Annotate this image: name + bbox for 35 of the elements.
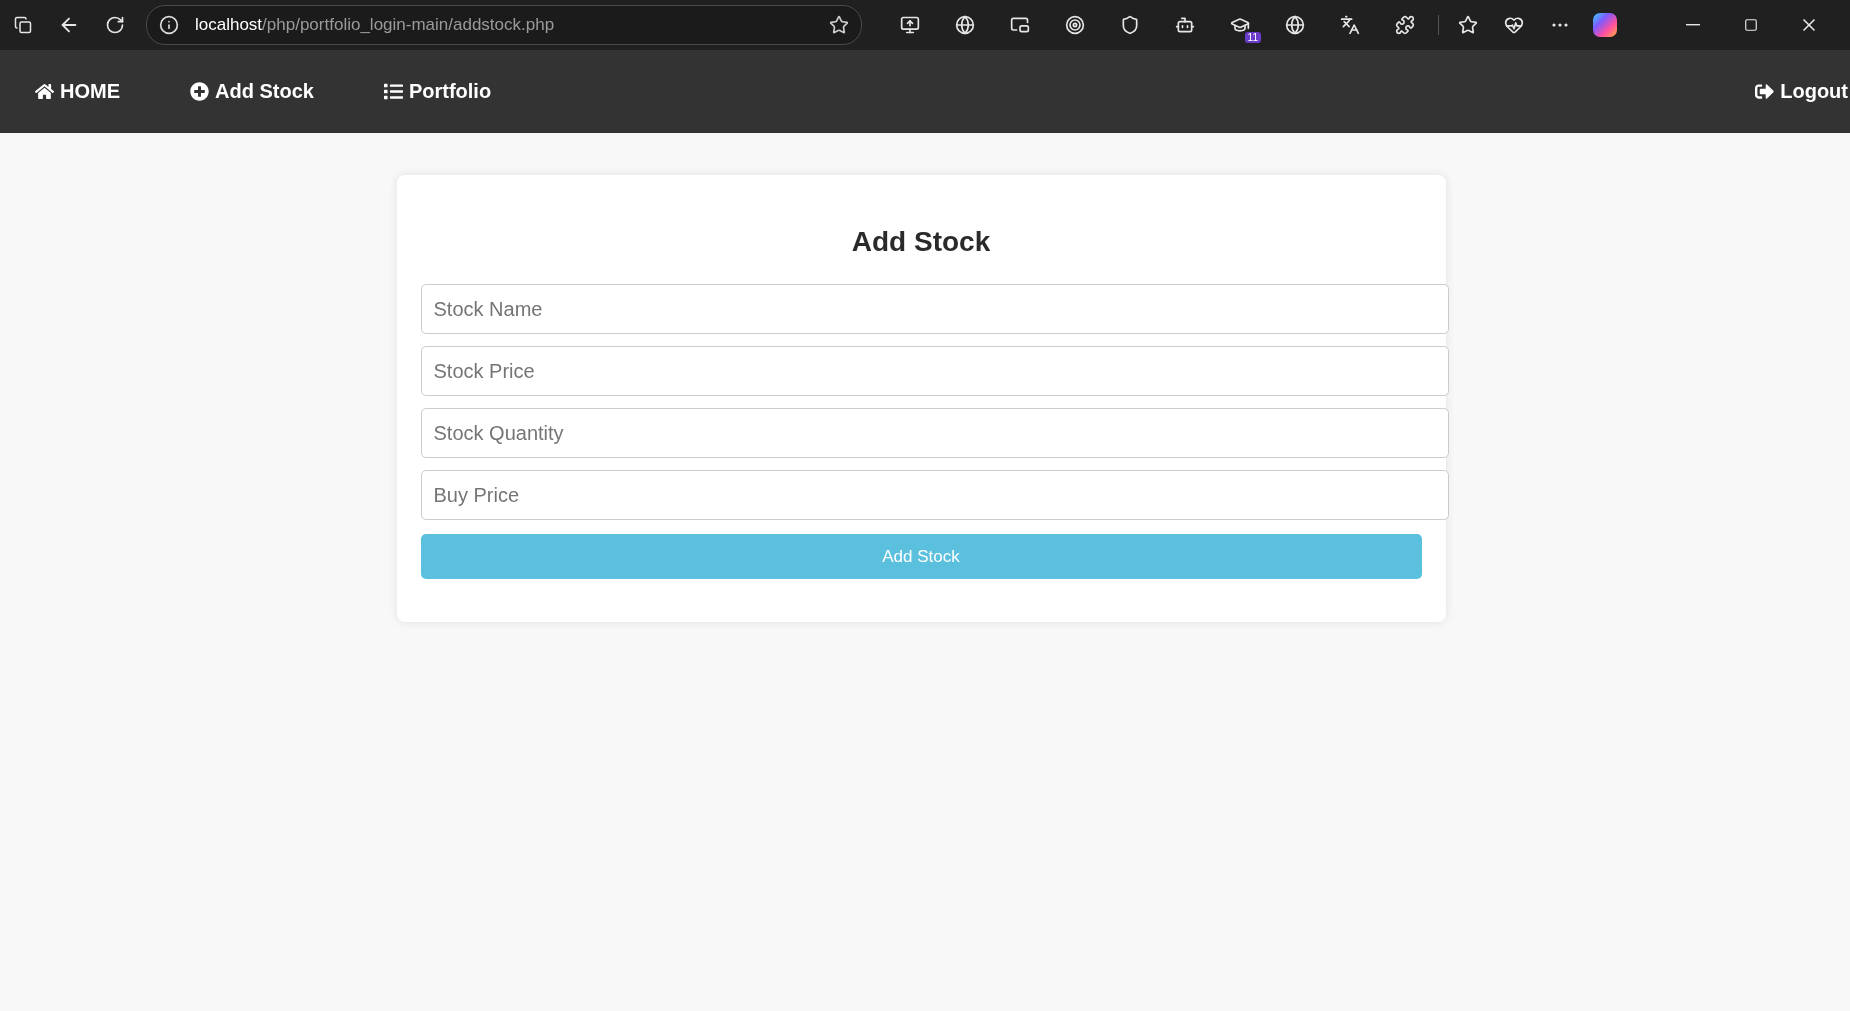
restore-icon bbox=[1744, 18, 1758, 32]
home-icon bbox=[35, 82, 54, 101]
translate-icon bbox=[1339, 15, 1360, 35]
heart-pulse-icon bbox=[1504, 15, 1524, 35]
globe-icon bbox=[954, 15, 975, 35]
address-bar[interactable]: localhost/php/portfolio_login-main/addstock.php bbox=[146, 5, 862, 45]
monitor-icon bbox=[899, 15, 920, 35]
nav-link[interactable]: Portfolio bbox=[383, 80, 492, 103]
more-icon bbox=[1552, 23, 1568, 27]
input-field[interactable]: Buy Price bbox=[420, 470, 1449, 521]
favorite-star-icon[interactable] bbox=[829, 15, 849, 35]
url-text: localhost/php/portfolio_login-main/addstock.php bbox=[195, 15, 556, 35]
tabs-icon bbox=[14, 16, 32, 34]
extensions-icon bbox=[1394, 15, 1415, 35]
robot-icon bbox=[1174, 15, 1195, 35]
graduation-cap-icon bbox=[1229, 15, 1250, 35]
logout-link[interactable]: Logout bbox=[1755, 80, 1848, 103]
sign-out-icon bbox=[1755, 82, 1775, 101]
nav-link[interactable]: HOME bbox=[35, 80, 120, 103]
star-icon bbox=[1458, 15, 1478, 35]
picture-in-picture-icon bbox=[1009, 15, 1030, 35]
minimize-icon bbox=[1686, 24, 1700, 26]
copilot-logo[interactable] bbox=[1593, 13, 1617, 37]
count-badge: 11 bbox=[1244, 32, 1261, 43]
reload-icon bbox=[105, 15, 125, 35]
target-icon bbox=[1064, 15, 1085, 35]
form-title: Add Stock bbox=[850, 225, 992, 259]
nav-link[interactable]: Add Stock bbox=[190, 80, 314, 103]
extension-button[interactable]: 11 bbox=[1212, 5, 1267, 45]
list-icon bbox=[383, 82, 403, 101]
input-field[interactable]: Stock Price bbox=[420, 346, 1449, 397]
input-field[interactable]: Stock Quantity bbox=[420, 408, 1449, 459]
input-field[interactable]: Stock Name bbox=[420, 284, 1449, 335]
info-icon bbox=[159, 15, 179, 35]
globe-icon bbox=[1284, 15, 1305, 35]
